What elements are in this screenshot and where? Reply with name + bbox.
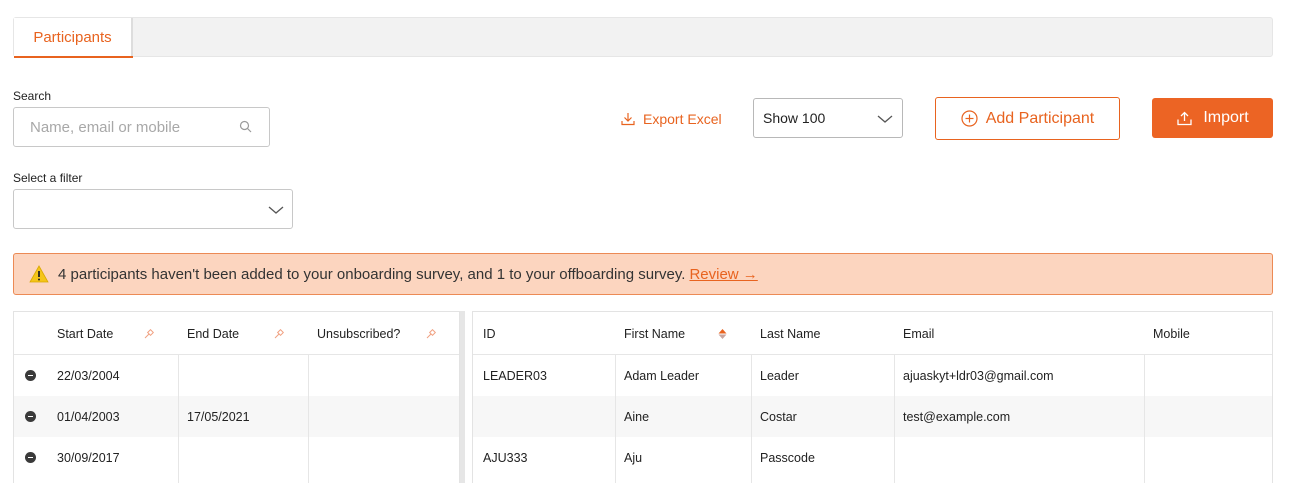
tab-bar: Participants [13, 17, 1273, 58]
header-divider [473, 354, 1272, 355]
column-divider [615, 355, 616, 483]
cell-email: ajuaskyt+ldr03@gmail.com [903, 368, 1054, 383]
pin-icon[interactable] [144, 329, 154, 339]
pin-icon[interactable] [426, 329, 436, 339]
table-row[interactable]: Aine Costar test@example.com [473, 396, 1272, 437]
column-header-start-date[interactable]: Start Date [57, 312, 113, 355]
upload-icon [1177, 111, 1192, 125]
cell-first-name: Aju [624, 450, 643, 465]
search-icon[interactable] [239, 120, 253, 134]
column-header-end-date[interactable]: End Date [187, 312, 239, 355]
column-divider [751, 355, 752, 483]
pinned-header-row: Start Date End Date Unsubscribed? [14, 312, 459, 355]
export-excel-button[interactable]: Export Excel [620, 108, 722, 130]
active-tab-indicator [14, 56, 133, 58]
warning-icon [29, 265, 49, 283]
table-row[interactable]: 22/03/2004 [14, 355, 459, 396]
plus-circle-icon [961, 110, 978, 127]
search-label: Search [13, 89, 52, 103]
column-divider [308, 355, 309, 483]
pin-icon[interactable] [274, 329, 284, 339]
cell-start-date: 01/04/2003 [57, 409, 120, 424]
remove-row-icon[interactable] [25, 411, 36, 422]
add-participant-button[interactable]: Add Participant [935, 97, 1120, 140]
column-divider [1144, 355, 1145, 483]
filter-label: Select a filter [13, 171, 83, 185]
sort-icon[interactable] [718, 329, 727, 339]
table-row[interactable]: AJU333 Aju Passcode [473, 437, 1272, 478]
remove-row-icon[interactable] [25, 370, 36, 381]
column-divider [894, 355, 895, 483]
cell-last-name: Passcode [760, 450, 815, 465]
cell-end-date: 17/05/2021 [187, 409, 250, 424]
search-field[interactable] [13, 107, 270, 147]
column-header-email[interactable]: Email [903, 312, 934, 355]
tab-participants-label: Participants [33, 29, 112, 46]
table-row[interactable]: LEADER03 Adam Leader Leader ajuaskyt+ldr… [473, 355, 1272, 396]
column-divider [178, 355, 179, 483]
column-header-unsubscribed[interactable]: Unsubscribed? [317, 312, 400, 355]
remove-row-icon[interactable] [25, 452, 36, 463]
table-row[interactable]: 01/04/2003 17/05/2021 [14, 396, 459, 437]
import-button[interactable]: Import [1152, 98, 1273, 138]
warning-banner: 4 participants haven't been added to you… [13, 253, 1273, 295]
column-header-mobile[interactable]: Mobile [1153, 312, 1190, 355]
add-participant-label: Add Participant [985, 109, 1095, 127]
column-header-last-name[interactable]: Last Name [760, 312, 820, 355]
header-divider [14, 354, 459, 355]
cell-first-name: Aine [624, 409, 650, 424]
cell-id: LEADER03 [483, 368, 547, 383]
page-size-value: Show 100 [763, 110, 826, 126]
cell-id: AJU333 [483, 450, 528, 465]
filter-select[interactable] [13, 189, 293, 229]
export-excel-label: Export Excel [643, 111, 722, 127]
cell-first-name: Adam Leader [624, 368, 700, 383]
column-header-first-name[interactable]: First Name [624, 312, 685, 355]
pinned-columns-grid: Start Date End Date Unsubscribed? 22/03/… [13, 311, 460, 483]
cell-start-date: 22/03/2004 [57, 368, 120, 383]
column-header-id[interactable]: ID [483, 312, 496, 355]
pinned-column-splitter[interactable] [460, 311, 472, 483]
main-header-row: ID First Name Last Name Email Mobile [473, 312, 1272, 355]
page-size-select[interactable]: Show 100 [753, 98, 903, 138]
main-columns-grid: ID First Name Last Name Email Mobile LEA… [472, 311, 1273, 483]
cell-email: test@example.com [903, 409, 1011, 424]
cell-last-name: Costar [760, 409, 797, 424]
tab-participants[interactable]: Participants [14, 18, 133, 58]
chevron-down-icon [268, 206, 284, 214]
download-icon [621, 113, 635, 126]
review-link[interactable]: Review → [689, 266, 757, 283]
cell-start-date: 30/09/2017 [57, 450, 120, 465]
search-input[interactable] [30, 108, 230, 146]
chevron-down-icon [877, 115, 893, 123]
warning-message: 4 participants haven't been added to you… [58, 265, 686, 283]
table-row[interactable]: 30/09/2017 [14, 437, 459, 478]
import-label: Import [1203, 109, 1249, 126]
cell-last-name: Leader [760, 368, 799, 383]
